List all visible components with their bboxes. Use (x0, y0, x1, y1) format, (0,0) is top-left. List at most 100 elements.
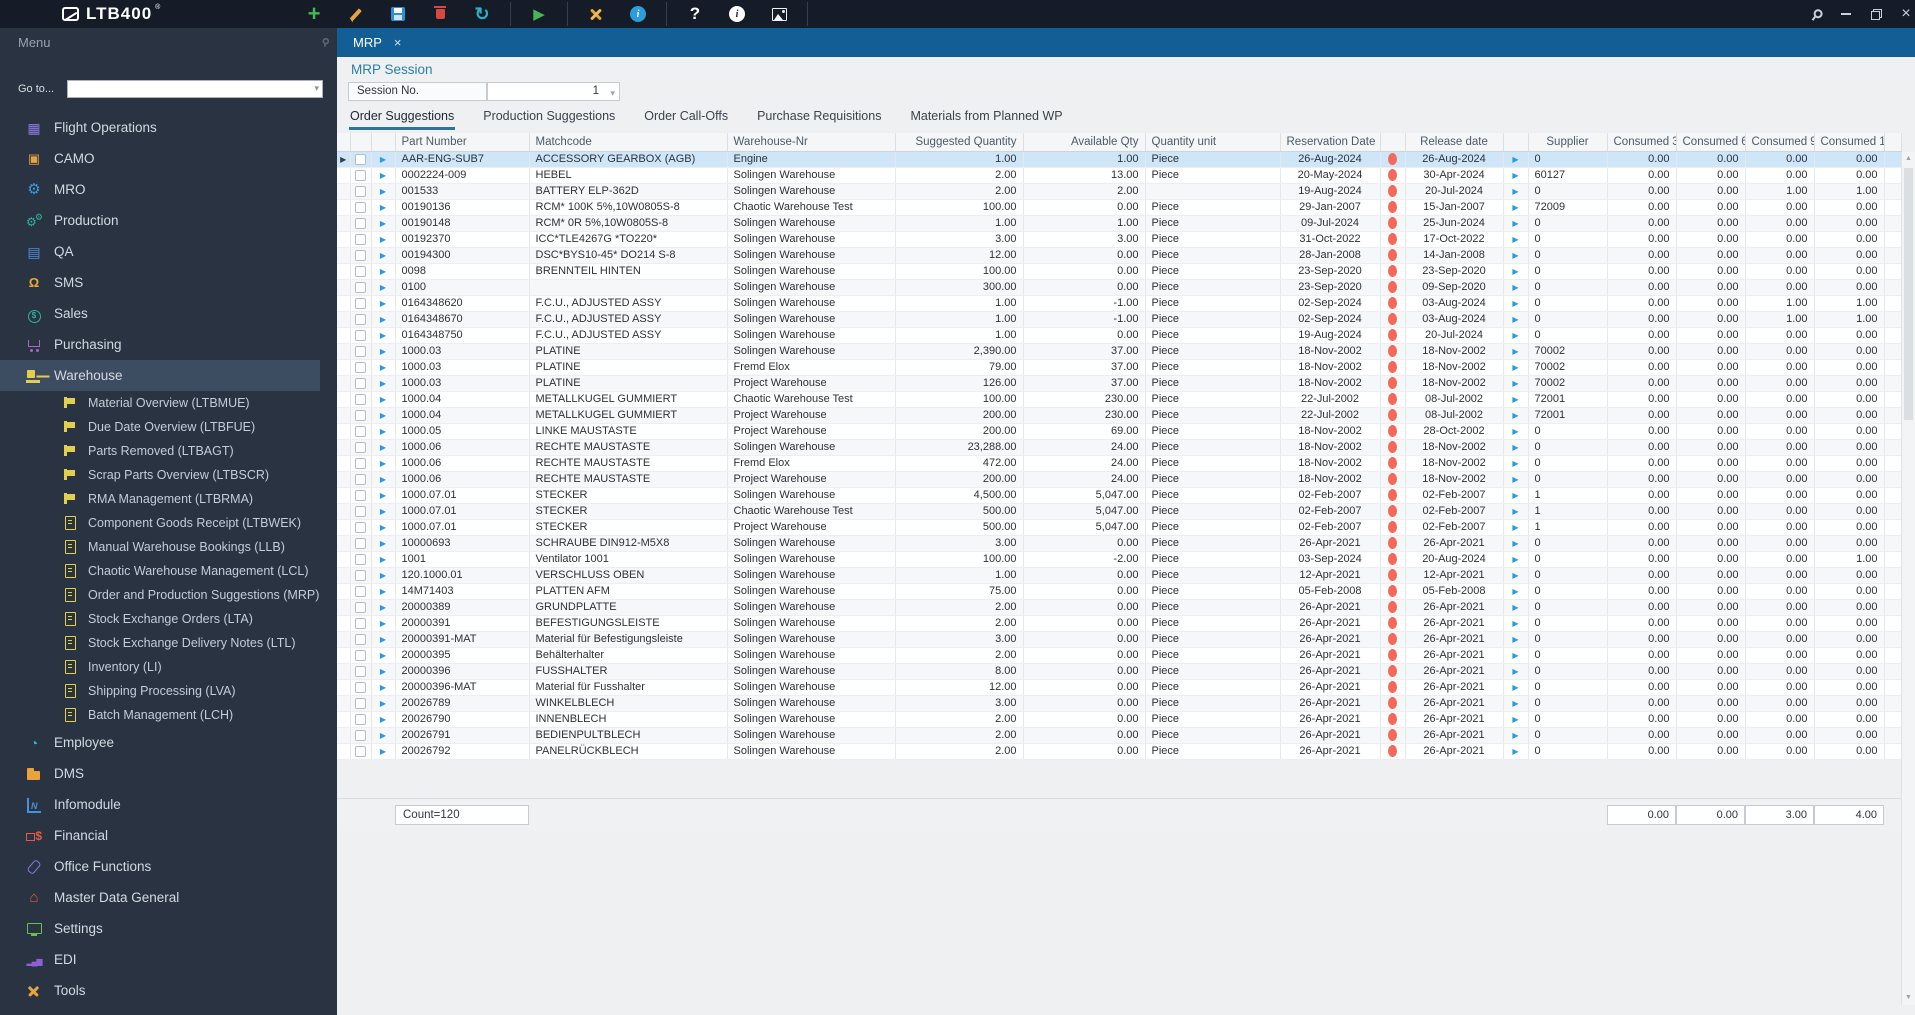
expand-arrow-icon[interactable]: ▶ (380, 251, 386, 260)
expand-arrow-icon[interactable]: ▶ (380, 603, 386, 612)
expand-arrow-icon[interactable]: ▶ (1512, 619, 1518, 628)
expand-arrow-icon[interactable]: ▶ (1512, 315, 1518, 324)
expand-arrow-icon[interactable]: ▶ (380, 491, 386, 500)
expand-arrow-icon[interactable]: ▶ (380, 411, 386, 420)
session-no-select[interactable]: 1 ▾ (487, 82, 620, 101)
table-row[interactable]: ▶ 1000.07.01 STECKER Solingen Warehouse 4,50… (337, 487, 1902, 504)
table-row[interactable]: ▶ 20000391 BEFESTIGUNGSLEISTE Solingen Ware… (337, 615, 1902, 632)
expand-arrow-icon[interactable]: ▶ (380, 363, 386, 372)
row-checkbox[interactable] (355, 297, 366, 309)
sidebar-item-financial[interactable]: Financial (0, 820, 337, 851)
tab-order-call-offs[interactable]: Order Call-Offs (643, 106, 729, 130)
expand-arrow-icon[interactable]: ▶ (380, 715, 386, 724)
expand-arrow-icon[interactable]: ▶ (1512, 187, 1518, 196)
run-button[interactable] (525, 2, 553, 26)
tab-purchase-requisitions[interactable]: Purchase Requisitions (756, 106, 882, 130)
sidebar-subitem-rma-management-ltbrma[interactable]: RMA Management (LTBRMA) (0, 487, 337, 511)
row-checkbox[interactable] (355, 233, 366, 245)
table-row[interactable]: ▶ 1000.03 PLATINE Solingen Warehouse 2,390.0… (337, 343, 1902, 360)
expand-arrow-icon[interactable]: ▶ (1512, 363, 1518, 372)
col-header-part-number[interactable]: Part Number (395, 133, 530, 152)
sidebar-item-production[interactable]: Production (0, 205, 337, 236)
sidebar-item-dms[interactable]: DMS (0, 758, 337, 789)
expand-arrow-icon[interactable]: ▶ (380, 379, 386, 388)
expand-arrow-icon[interactable]: ▶ (380, 747, 386, 756)
sidebar-subitem-order-and-production-suggestions-mrp[interactable]: Order and Production Suggestions (MRP) (0, 583, 337, 607)
sidebar-subitem-shipping-processing-lva[interactable]: Shipping Processing (LVA) (0, 679, 337, 703)
col-header-matchcode[interactable]: Matchcode (529, 133, 728, 152)
table-row[interactable]: ▶ 0164348750 F.C.U., ADJUSTED ASSY Solingen… (337, 327, 1902, 344)
sidebar-subitem-manual-warehouse-bookings-llb[interactable]: Manual Warehouse Bookings (LLB) (0, 535, 337, 559)
col-header-release-date[interactable]: Release date (1405, 133, 1504, 152)
table-row[interactable]: ▶ 20000395 Behälterhalter Solingen Warehous… (337, 647, 1902, 664)
expand-arrow-icon[interactable]: ▶ (1512, 683, 1518, 692)
sidebar-item-qa[interactable]: QA (0, 236, 337, 267)
col-header-consumed-6[interactable]: Consumed 6 (1676, 133, 1746, 152)
sidebar-item-tools[interactable]: Tools (0, 975, 337, 1006)
image-button[interactable] (765, 2, 793, 26)
expand-arrow-icon[interactable]: ▶ (380, 155, 386, 164)
row-checkbox[interactable] (355, 153, 366, 165)
table-row[interactable]: ▶ 1000.06 RECHTE MAUSTASTE Project Warehous… (337, 471, 1902, 488)
expand-arrow-icon[interactable]: ▶ (380, 283, 386, 292)
table-row[interactable]: ▶ 1000.07.01 STECKER Project Warehouse 500.0… (337, 519, 1902, 536)
save-button[interactable] (384, 2, 412, 26)
expand-arrow-icon[interactable]: ▶ (1512, 459, 1518, 468)
sidebar-item-office-functions[interactable]: Office Functions (0, 851, 337, 882)
row-checkbox[interactable] (355, 537, 366, 549)
expand-arrow-icon[interactable]: ▶ (380, 523, 386, 532)
row-checkbox[interactable] (355, 569, 366, 581)
table-row[interactable]: ▶ 00190148 RCM* 0R 5%,10W0805S-8 Solingen W… (337, 215, 1902, 232)
sidebar-item-flight-operations[interactable]: Flight Operations (0, 112, 337, 143)
table-row[interactable]: ▶ 20026790 INNENBLECH Solingen Warehouse 2.0… (337, 711, 1902, 728)
expand-arrow-icon[interactable]: ▶ (1512, 427, 1518, 436)
expand-arrow-icon[interactable]: ▶ (380, 315, 386, 324)
expand-arrow-icon[interactable]: ▶ (1512, 347, 1518, 356)
expand-arrow-icon[interactable]: ▶ (380, 635, 386, 644)
tab-close-icon[interactable]: × (394, 35, 402, 50)
sidebar-subitem-scrap-parts-overview-ltbscr[interactable]: Scrap Parts Overview (LTBSCR) (0, 463, 337, 487)
close-button[interactable] (1899, 7, 1913, 21)
row-checkbox[interactable] (355, 505, 366, 517)
table-row[interactable]: ▶ 20000389 GRUNDPLATTE Solingen Warehouse 2.… (337, 599, 1902, 616)
sidebar-item-sms[interactable]: SMS (0, 267, 337, 298)
col-header-consumed-9[interactable]: Consumed 9 (1745, 133, 1815, 152)
table-row[interactable]: ▶ 00192370 ICC*TLE4267G *TO220* Solingen Wa… (337, 231, 1902, 248)
table-row[interactable]: ▶ 0164348670 F.C.U., ADJUSTED ASSY Solingen… (337, 311, 1902, 328)
table-row[interactable]: ▶ 1000.05 LINKE MAUSTASTE Project Warehouse… (337, 423, 1902, 440)
sidebar-item-infomodule[interactable]: Infomodule (0, 789, 337, 820)
row-checkbox[interactable] (355, 617, 366, 629)
sidebar-subitem-due-date-overview-ltbfue[interactable]: Due Date Overview (LTBFUE) (0, 415, 337, 439)
expand-arrow-icon[interactable]: ▶ (1512, 155, 1518, 164)
table-row[interactable]: ▶ 14M71403 PLATTEN AFM Solingen Warehouse 75… (337, 583, 1902, 600)
col-header-supplier[interactable]: Supplier (1528, 133, 1608, 152)
sidebar-item-master-data-general[interactable]: Master Data General (0, 882, 337, 913)
sidebar-item-camo[interactable]: CAMO (0, 143, 337, 174)
scroll-up-icon[interactable]: ▲ (1902, 152, 1915, 166)
delete-button[interactable] (426, 2, 454, 26)
scroll-down-icon[interactable]: ▼ (1902, 991, 1915, 1005)
table-row[interactable]: ▶ 0100 Solingen Warehouse 300.00 0.00 Piece 23… (337, 279, 1902, 296)
row-checkbox[interactable] (355, 281, 366, 293)
chevron-down-icon[interactable]: ▾ (314, 83, 319, 94)
expand-arrow-icon[interactable]: ▶ (1512, 507, 1518, 516)
table-row[interactable]: ▶ 00190136 RCM* 100K 5%,10W0805S-8 Chaotic … (337, 199, 1902, 216)
table-row[interactable]: ▶ 1001 Ventilator 1001 Solingen Warehouse 10… (337, 551, 1902, 568)
table-row[interactable]: ▶ 120.1000.01 VERSCHLUSS OBEN Solingen Ware… (337, 567, 1902, 584)
col-header-available-qty[interactable]: Available Qty (1023, 133, 1146, 152)
sidebar-item-mro[interactable]: MRO (0, 174, 337, 205)
expand-arrow-icon[interactable]: ▶ (1512, 731, 1518, 740)
expand-arrow-icon[interactable]: ▶ (380, 651, 386, 660)
tab-production-suggestions[interactable]: Production Suggestions (482, 106, 616, 130)
about-button[interactable]: i (723, 2, 751, 26)
expand-arrow-icon[interactable]: ▶ (1512, 379, 1518, 388)
expand-arrow-icon[interactable]: ▶ (1512, 651, 1518, 660)
expand-arrow-icon[interactable]: ▶ (1512, 267, 1518, 276)
table-row[interactable]: ▶ 1000.06 RECHTE MAUSTASTE Solingen Warehou… (337, 439, 1902, 456)
tools-button[interactable] (582, 2, 610, 26)
expand-arrow-icon[interactable]: ▶ (380, 219, 386, 228)
table-row[interactable]: ▶ ▶ AAR-ENG-SUB7 ACCESSORY GEARBOX (AGB) Eng… (337, 151, 1902, 168)
sidebar-subitem-inventory-li[interactable]: Inventory (LI) (0, 655, 337, 679)
row-checkbox[interactable] (355, 473, 366, 485)
table-row[interactable]: ▶ 20000396-MAT Material für Fusshalter Soli… (337, 679, 1902, 696)
